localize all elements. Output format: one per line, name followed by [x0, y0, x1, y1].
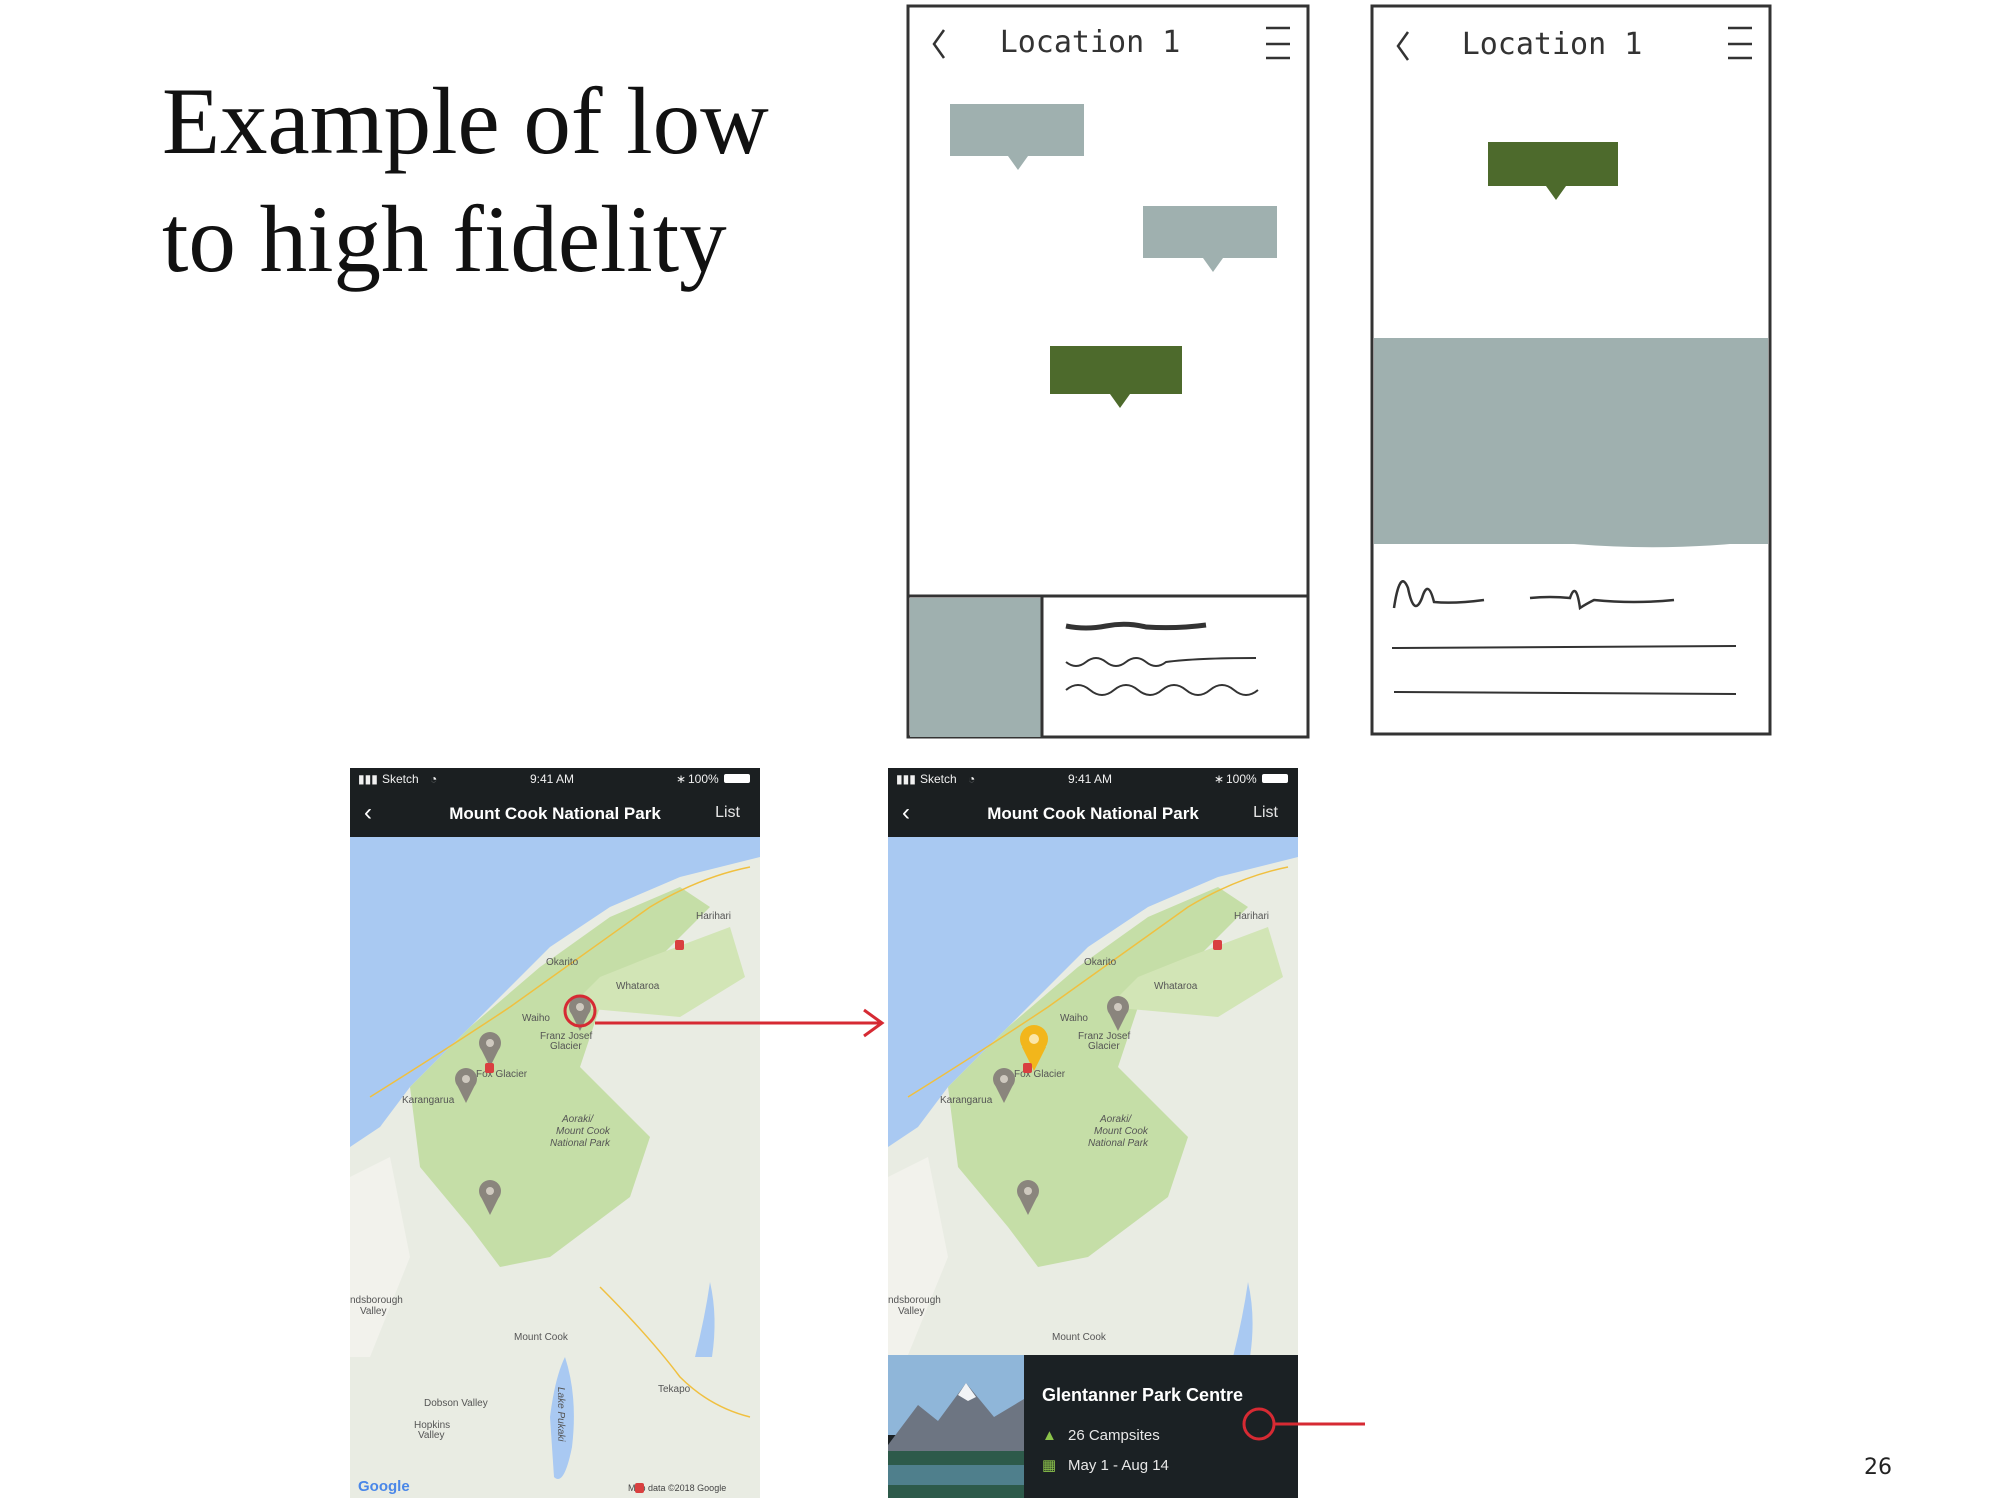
nav-bar-2: ‹ Mount Cook National Park List	[888, 790, 1298, 837]
map-view[interactable]: Harihari Okarito Whataroa Waiho Franz Jo…	[350, 837, 760, 1498]
page-number: 26	[1864, 1455, 1892, 1480]
status-bar: ▮▮▮ Sketch ◔ 9:41 AM ∗ 100%	[350, 768, 760, 790]
wifi-icon: ◔	[430, 772, 438, 786]
dates-row: ▦ May 1 - Aug 14	[1042, 1456, 1169, 1474]
lowfi-sketches: Location 1 Location 1	[906, 4, 1772, 739]
battery-icon-2	[1262, 774, 1288, 783]
tent-icon: ▲	[1042, 1427, 1057, 1444]
card-title: Glentanner Park Centre	[1042, 1385, 1244, 1405]
label-landsborough-2: Valley	[360, 1306, 387, 1317]
label-okarito-2: Okarito	[1084, 957, 1117, 968]
sketch-image-area	[1374, 338, 1768, 544]
sketch-screen-1: Location 1	[906, 4, 1310, 739]
label-whataroa-2: Whataroa	[1154, 981, 1198, 992]
clock-label-2: 9:41 AM	[1068, 772, 1113, 786]
signal-icon: ▮▮▮	[358, 772, 378, 786]
list-button-2[interactable]: List	[1253, 804, 1278, 822]
sketch-screen-2: Location 1	[1370, 4, 1772, 736]
label-waiho-2: Waiho	[1060, 1013, 1088, 1024]
label-dobson: Dobson Valley	[424, 1398, 488, 1409]
campsites-row: ▲ 26 Campsites	[1042, 1427, 1160, 1444]
label-franz-josef-2-2: Glacier	[1088, 1041, 1120, 1052]
annotation-arrowhead	[863, 1008, 885, 1038]
carrier-label-2: Sketch	[920, 772, 957, 786]
label-waiho: Waiho	[522, 1013, 550, 1024]
label-lake-pukaki: Lake Pukaki	[555, 1387, 566, 1442]
battery-label: 100%	[688, 772, 719, 786]
sketch-thumbnail	[910, 598, 1042, 737]
google-logo: Google	[358, 1478, 410, 1495]
nav-title-2: Mount Cook National Park	[987, 804, 1199, 823]
label-park-1: Aoraki/	[561, 1114, 594, 1125]
label-landsborough-1: ndsborough	[350, 1295, 403, 1306]
label-karangarua: Karangarua	[402, 1095, 455, 1106]
battery-label-2: 100%	[1226, 772, 1257, 786]
label-harihari: Harihari	[696, 911, 731, 922]
hifi-mockup-1: ▮▮▮ Sketch ◔ 9:41 AM ∗ 100% ‹ Mount Cook…	[350, 768, 760, 1498]
label-park-3: National Park	[550, 1138, 611, 1149]
status-bar-2: ▮▮▮ Sketch ◔ 9:41 AM ∗ 100%	[888, 768, 1298, 790]
nav-title: Mount Cook National Park	[449, 804, 661, 823]
label-karangarua-2: Karangarua	[940, 1095, 993, 1106]
label-okarito: Okarito	[546, 957, 579, 968]
nav-bar: ‹ Mount Cook National Park List	[350, 790, 760, 837]
bluetooth-icon-2: ∗	[1214, 772, 1225, 786]
sketch-title-2: Location 1	[1462, 27, 1643, 62]
label-park-2: Mount Cook	[556, 1126, 611, 1137]
label-park-1-2: Aoraki/	[1099, 1114, 1132, 1125]
clock-label: 9:41 AM	[530, 772, 575, 786]
label-fox-glacier-2: Fox Glacier	[1014, 1069, 1066, 1080]
map-view-2[interactable]: Harihari Okarito Whataroa Waiho Franz Jo…	[888, 837, 1298, 1355]
label-landsborough-1-2: ndsborough	[888, 1295, 941, 1306]
wifi-icon-2: ◔	[968, 772, 976, 786]
calendar-icon: ▦	[1042, 1457, 1057, 1474]
bluetooth-icon: ∗	[676, 772, 687, 786]
hifi-mockup-2: ▮▮▮ Sketch ◔ 9:41 AM ∗ 100% ‹ Mount Cook…	[888, 768, 1298, 1498]
label-hopkins-2: Valley	[418, 1430, 445, 1441]
label-franz-josef-2: Glacier	[550, 1041, 582, 1052]
campsites-label: 26 Campsites	[1068, 1427, 1160, 1444]
label-tekapo: Tekapo	[658, 1384, 691, 1395]
label-mount-cook-2: Mount Cook	[1052, 1332, 1107, 1343]
label-park-2-2: Mount Cook	[1094, 1126, 1149, 1137]
location-photo	[888, 1355, 1024, 1498]
signal-icon-2: ▮▮▮	[896, 772, 916, 786]
label-mount-cook: Mount Cook	[514, 1332, 569, 1343]
label-fox-glacier: Fox Glacier	[476, 1069, 528, 1080]
battery-icon	[724, 774, 750, 783]
label-whataroa: Whataroa	[616, 981, 660, 992]
sketch-title: Location 1	[1000, 25, 1181, 60]
dates-label: May 1 - Aug 14	[1068, 1457, 1169, 1474]
label-park-3-2: National Park	[1088, 1138, 1149, 1149]
chevron-left-icon[interactable]: ‹	[364, 799, 372, 827]
chevron-left-icon[interactable]: ‹	[902, 799, 910, 827]
location-card[interactable]: Glentanner Park Centre ▲ 26 Campsites ▦ Ma…	[888, 1355, 1298, 1498]
carrier-label: Sketch	[382, 772, 419, 786]
label-harihari-2: Harihari	[1234, 911, 1269, 922]
label-landsborough-2-2: Valley	[898, 1306, 925, 1317]
list-button[interactable]: List	[715, 804, 740, 822]
